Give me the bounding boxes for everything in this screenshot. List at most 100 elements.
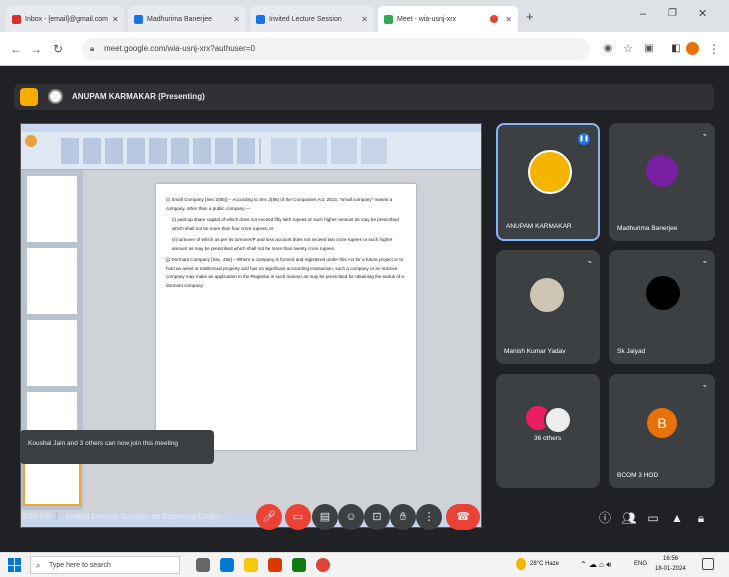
file-explorer-icon[interactable]: [244, 558, 258, 572]
emoji-button[interactable]: ☺: [338, 504, 364, 530]
url-text: meet.google.com/wia-usnj-xrx?authuser=0: [104, 44, 255, 53]
app-icon[interactable]: [292, 558, 306, 572]
avatar: [530, 278, 564, 312]
avatar: [544, 406, 572, 434]
close-tab-icon[interactable]: ✕: [505, 15, 512, 24]
participant-name: ANUPAM KARMAKAR: [506, 223, 572, 230]
maximize-button[interactable]: ❐: [668, 8, 677, 19]
participant-tile-madhurima[interactable]: ⌁ Madhurima Banerjee: [609, 123, 715, 241]
participant-name: Manish Kumar Yadav: [504, 348, 566, 355]
doc-icon: [134, 14, 143, 24]
word-ribbon: [21, 124, 481, 170]
join-notification-toast: Koushal Jain and 3 others can now join t…: [20, 430, 214, 464]
close-tab-icon[interactable]: ✕: [233, 15, 240, 24]
participant-name: Sk Jaiyad: [617, 348, 646, 355]
avatar: [646, 155, 678, 187]
close-tab-icon[interactable]: ✕: [361, 15, 368, 24]
participant-tile-manish[interactable]: ⌁ Manish Kumar Yadav: [496, 250, 600, 364]
participant-tile-jaiyad[interactable]: ⌁ Sk Jaiyad: [609, 250, 715, 364]
url-input[interactable]: 🔒︎ meet.google.com/wia-usnj-xrx?authuser…: [82, 38, 590, 60]
tab-madhurima[interactable]: Madhurima Banerjee ✕: [128, 6, 246, 32]
task-view-icon[interactable]: [196, 558, 210, 572]
tab-meet[interactable]: Meet - wia-usnj-xrx ✕: [378, 6, 518, 32]
tray-icons[interactable]: ⌃ ☁ ⌂ 🔊︎: [580, 560, 611, 570]
close-window-button[interactable]: ✕: [698, 7, 707, 20]
document-page: (i) Small Company [Sec 2(85)] – Accordin…: [156, 184, 416, 450]
page-thumbnail-selected[interactable]: [23, 462, 81, 506]
doc-paragraph: (i) paid-up share capital of which does …: [172, 217, 399, 231]
page-thumbnail[interactable]: [27, 320, 77, 386]
new-tab-button[interactable]: +: [526, 9, 534, 24]
avatar: B: [647, 408, 677, 438]
bookmark-star-icon[interactable]: ☆: [620, 41, 636, 57]
lock-icon: 🔒︎: [90, 44, 95, 53]
more-options-button[interactable]: ⋮: [416, 504, 442, 530]
meeting-time: 4:56 PM: [22, 512, 52, 521]
clock-date[interactable]: 18-01-2024: [655, 566, 686, 572]
presenter-label: ANUPAM KARMAKAR (Presenting): [72, 92, 205, 101]
meeting-title: Invited Lecture Session on Exploring Cor…: [66, 512, 227, 521]
forward-icon[interactable]: →: [28, 41, 44, 57]
clock-time[interactable]: 16:56: [663, 556, 678, 562]
tab-gmail[interactable]: Inbox - [email]@gmail.com ✕: [6, 6, 124, 32]
participant-tile-anupam[interactable]: ❚❚ ANUPAM KARMAKAR: [496, 123, 600, 241]
office-button-icon[interactable]: [25, 135, 37, 147]
page-thumbnail[interactable]: [27, 176, 77, 242]
ribbon-tools: [61, 138, 261, 164]
participant-name: BCOM 3 HOD: [617, 472, 659, 479]
search-icon: ⌕: [36, 561, 41, 570]
windows-taskbar: ⌕ Type here to search 28°C Haze ⌃ ☁ ⌂ 🔊︎…: [0, 552, 729, 577]
participant-name: Madhurima Banerjee: [617, 225, 678, 232]
language-indicator[interactable]: ENG: [634, 561, 647, 567]
mic-toggle-button[interactable]: 🎤︎: [256, 504, 282, 530]
meet-icon: [384, 14, 393, 24]
mic-off-icon: ⌁: [587, 259, 592, 266]
taskbar-search-input[interactable]: ⌕ Type here to search: [30, 556, 180, 574]
reload-icon[interactable]: ↻: [50, 41, 66, 57]
meeting-divider: |: [56, 511, 59, 520]
camera-permission-icon[interactable]: ◉: [600, 41, 616, 57]
ribbon-styles: [271, 138, 391, 164]
edge-icon[interactable]: [220, 558, 234, 572]
tab-label: Madhurima Banerjee: [147, 15, 212, 23]
gmail-icon: [12, 14, 21, 24]
shared-screen: (i) Small Company [Sec 2(85)] – Accordin…: [20, 123, 482, 528]
back-icon[interactable]: ←: [8, 41, 24, 57]
participant-tile-others[interactable]: 36 others: [496, 374, 600, 488]
presenting-icon: [20, 88, 38, 106]
captions-button[interactable]: ▤: [312, 504, 338, 530]
meet-stage: ANUPAM KARMAKAR (Presenting) (i) Small C…: [0, 66, 729, 552]
notification-icon[interactable]: [702, 558, 714, 570]
host-controls-icon[interactable]: 🔒︎: [692, 509, 710, 527]
chrome-icon[interactable]: [316, 558, 330, 572]
minimize-button[interactable]: –: [640, 8, 646, 20]
menu-icon[interactable]: ⋮: [706, 41, 722, 57]
activities-icon[interactable]: ▲: [668, 509, 686, 527]
chat-icon[interactable]: ▭: [644, 509, 662, 527]
windows-start-icon[interactable]: [8, 558, 22, 572]
doc-paragraph: (ii) turnover of which as per its turnov…: [172, 237, 393, 251]
participant-tile-bcom[interactable]: ⌁ B BCOM 3 HOD: [609, 374, 715, 488]
browser-tab-bar: Inbox - [email]@gmail.com ✕ Madhurima Ba…: [0, 0, 729, 32]
mic-off-icon: ⌁: [702, 383, 707, 390]
tab-label: Invited Lecture Session: [269, 15, 342, 23]
profile-avatar[interactable]: [686, 42, 699, 55]
sidebar-icon[interactable]: ◧: [668, 41, 684, 57]
tab-label: Inbox - [email]@gmail.com: [25, 15, 108, 23]
close-tab-icon[interactable]: ✕: [112, 15, 119, 24]
tab-label: Meet - wia-usnj-xrx: [397, 15, 457, 23]
raise-hand-button[interactable]: ✋︎: [390, 504, 416, 530]
doc-paragraph: (j) Dormant Company [Sec. 455] – Where a…: [166, 257, 404, 288]
extensions-icon[interactable]: ▣: [641, 41, 657, 57]
weather-icon: [516, 558, 526, 570]
leave-call-button[interactable]: ☎︎: [446, 504, 480, 530]
mic-off-icon: ⌁: [702, 259, 707, 266]
tab-lecture[interactable]: Invited Lecture Session ✕: [250, 6, 374, 32]
present-screen-button[interactable]: ⊡: [364, 504, 390, 530]
people-icon[interactable]: 👥︎: [620, 509, 638, 527]
camera-toggle-button[interactable]: ▭: [285, 504, 311, 530]
page-thumbnail[interactable]: [27, 248, 77, 314]
store-icon[interactable]: [268, 558, 282, 572]
weather-text: 28°C Haze: [530, 561, 560, 567]
info-icon[interactable]: ⓘ: [596, 509, 614, 527]
